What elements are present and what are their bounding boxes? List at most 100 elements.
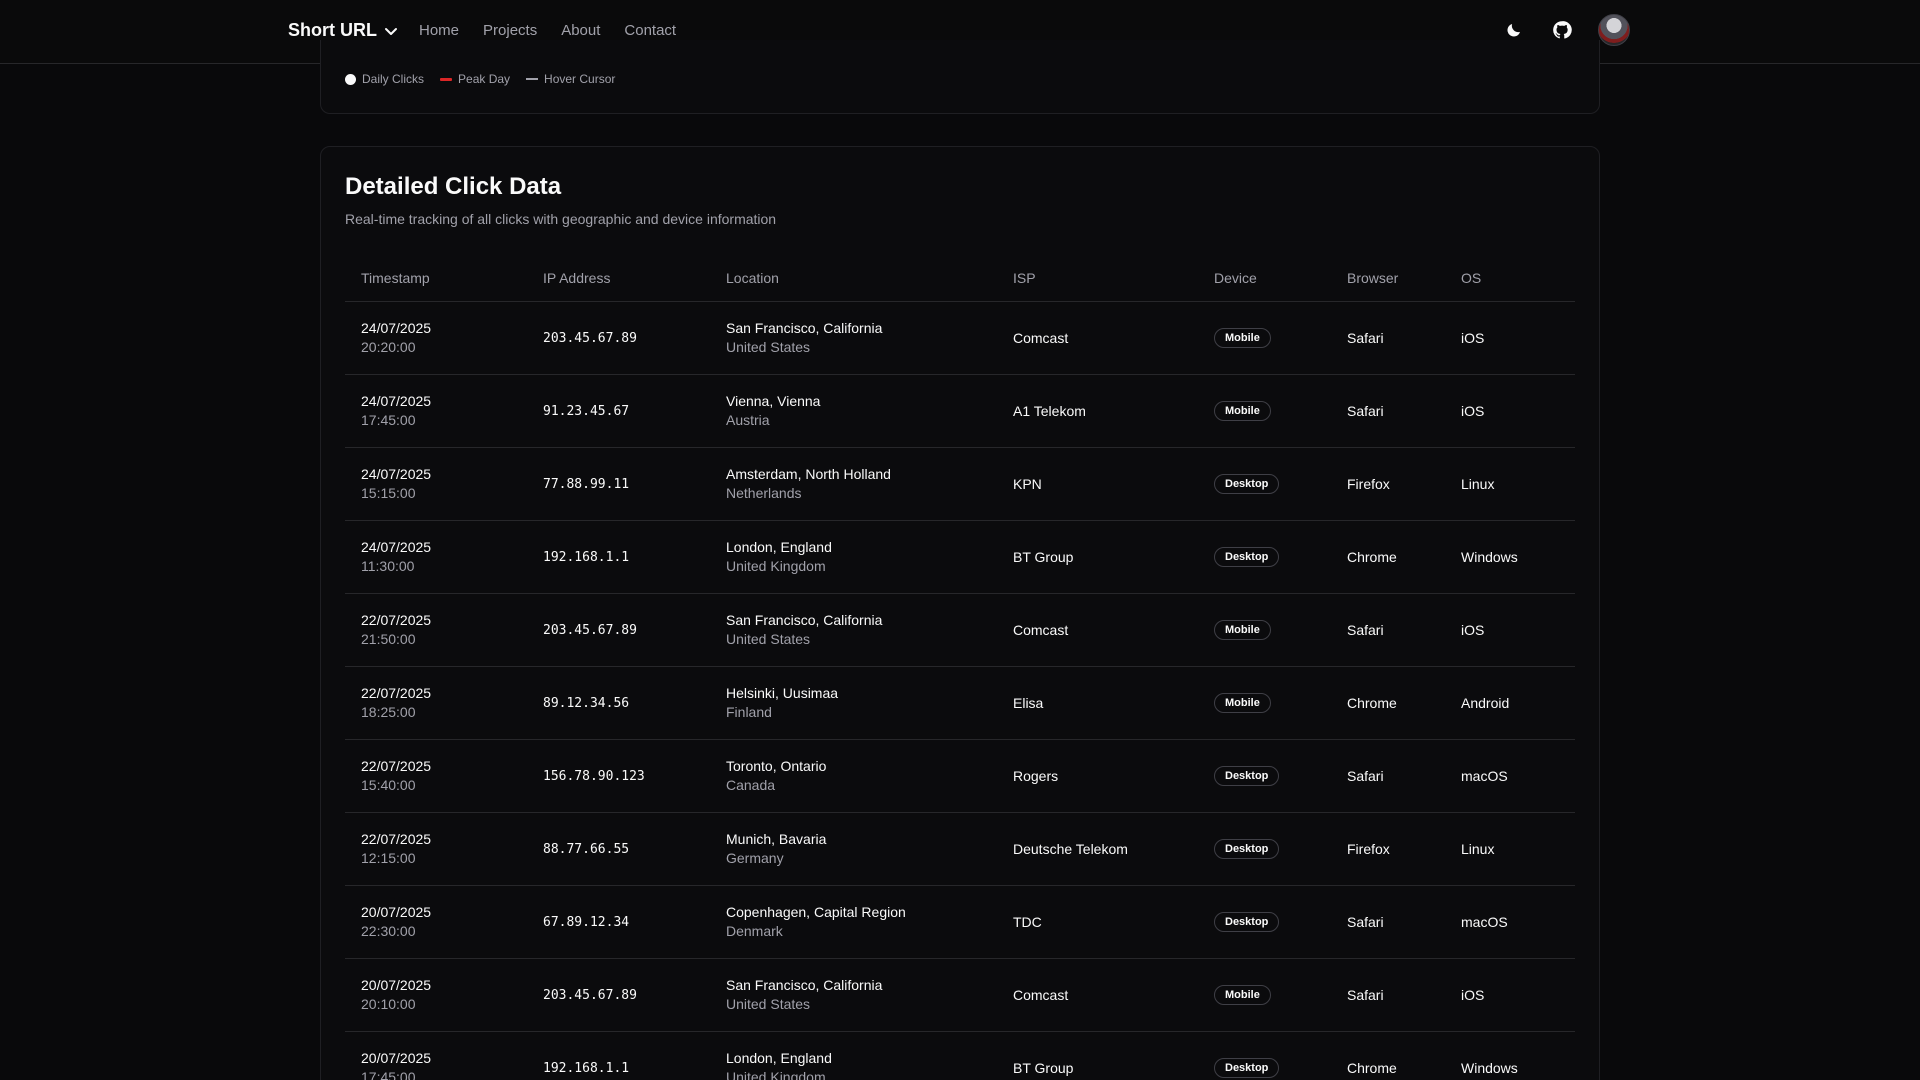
timestamp-cell: 22/07/2025 21:50:00 [345,593,527,667]
nav-about[interactable]: About [561,22,600,39]
device-badge: Mobile [1214,692,1271,713]
device-badge: Mobile [1214,984,1271,1005]
location-country: Denmark [726,923,783,939]
timestamp-cell: 20/07/2025 17:45:00 [345,1031,527,1080]
table-row: 24/07/2025 17:45:00 91.23.45.67 Vienna, Vie… [345,374,1575,448]
location-country: United Kingdom [726,558,826,574]
location-country: Netherlands [726,485,802,501]
click-date: 20/07/2025 [361,904,432,920]
device-cell: Mobile [1198,374,1331,448]
table-row: 22/07/2025 18:25:00 89.12.34.56 Helsinki, U… [345,666,1575,740]
legend-label: Peak Day [458,72,511,86]
location-cell: Vienna, Vienna Austria [710,374,997,448]
browser-cell: Safari [1331,374,1445,448]
click-time: 20:10:00 [361,996,416,1012]
ip-address: 192.168.1.1 [543,1061,630,1076]
device-cell: Mobile [1198,666,1331,740]
location-cell: London, England United Kingdom [710,520,997,594]
column-header-device: Device [1198,255,1331,302]
device-badge: Desktop [1214,473,1280,494]
column-header-location: Location [710,255,997,302]
legend-label: Hover Cursor [544,72,616,86]
ip-address: 88.77.66.55 [543,842,630,857]
timestamp-cell: 22/07/2025 12:15:00 [345,812,527,886]
column-header-ip: IP Address [527,255,710,302]
card-title: Detailed Click Data [345,173,562,200]
location-country: United Kingdom [726,1069,826,1080]
ip-cell: 203.45.67.89 [527,301,710,375]
browser-cell: Safari [1331,301,1445,375]
os-cell: Windows [1445,520,1575,594]
device-cell: Desktop [1198,1031,1331,1080]
device-badge: Desktop [1214,838,1280,859]
nav-projects[interactable]: Projects [483,22,537,39]
location-cell: Helsinki, Uusimaa Finland [710,666,997,740]
ip-address: 203.45.67.89 [543,331,637,346]
ip-address: 91.23.45.67 [543,404,630,419]
ip-cell: 89.12.34.56 [527,666,710,740]
click-date: 24/07/2025 [361,320,432,336]
location-cell: San Francisco, California United States [710,958,997,1032]
device-cell: Mobile [1198,301,1331,375]
table-header-row: Timestamp IP Address Location ISP Device… [345,255,1575,302]
timestamp-cell: 24/07/2025 11:30:00 [345,520,527,594]
click-date: 22/07/2025 [361,758,432,774]
device-cell: Desktop [1198,520,1331,594]
location-city: London, England [726,1050,832,1066]
column-header-browser: Browser [1331,255,1445,302]
isp-cell: TDC [997,885,1198,959]
click-data-table: Timestamp IP Address Location ISP Device… [345,255,1575,1080]
ip-address: 67.89.12.34 [543,915,630,930]
browser-cell: Safari [1331,958,1445,1032]
timestamp-cell: 22/07/2025 18:25:00 [345,666,527,740]
click-data-card: Detailed Click Data Real-time tracking o… [320,146,1600,1080]
click-time: 20:20:00 [361,339,416,355]
brand-menu[interactable]: Short URL [288,20,399,41]
click-date: 24/07/2025 [361,393,432,409]
browser-cell: Chrome [1331,666,1445,740]
theme-toggle-button[interactable] [1502,18,1526,42]
column-header-timestamp: Timestamp [345,255,527,302]
location-city: Helsinki, Uusimaa [726,685,839,701]
legend-peak-day: Peak Day [440,72,510,86]
line-icon [440,77,453,81]
table-row: 20/07/2025 20:10:00 203.45.67.89 San Franci… [345,958,1575,1032]
ip-address: 89.12.34.56 [543,696,630,711]
device-cell: Desktop [1198,739,1331,813]
click-date: 20/07/2025 [361,977,432,993]
github-icon [1553,21,1572,39]
click-time: 18:25:00 [361,704,416,720]
click-time: 17:45:00 [361,412,416,428]
location-country: Austria [726,412,770,428]
location-city: Vienna, Vienna [726,393,821,409]
timestamp-cell: 24/07/2025 17:45:00 [345,374,527,448]
nav-contact[interactable]: Contact [624,22,676,39]
ip-cell: 77.88.99.11 [527,447,710,521]
ip-cell: 67.89.12.34 [527,885,710,959]
ip-cell: 192.168.1.1 [527,520,710,594]
ip-cell: 88.77.66.55 [527,812,710,886]
isp-cell: Comcast [997,301,1198,375]
click-time: 15:15:00 [361,485,416,501]
location-cell: London, England United Kingdom [710,1031,997,1080]
click-time: 22:30:00 [361,923,416,939]
browser-cell: Safari [1331,885,1445,959]
github-button[interactable] [1550,18,1574,42]
click-date: 22/07/2025 [361,831,432,847]
os-cell: Windows [1445,1031,1575,1080]
location-cell: Amsterdam, North Holland Netherlands [710,447,997,521]
avatar[interactable] [1598,14,1630,46]
ip-address: 156.78.90.123 [543,769,645,784]
timestamp-cell: 20/07/2025 20:10:00 [345,958,527,1032]
column-header-isp: ISP [997,255,1198,302]
location-cell: San Francisco, California United States [710,301,997,375]
location-country: Finland [726,704,772,720]
device-cell: Desktop [1198,885,1331,959]
location-city: San Francisco, California [726,320,883,336]
device-cell: Mobile [1198,958,1331,1032]
main-nav: Home Projects About Contact [419,22,676,39]
location-city: San Francisco, California [726,612,883,628]
ip-cell: 192.168.1.1 [527,1031,710,1080]
nav-home[interactable]: Home [419,22,459,39]
ip-cell: 156.78.90.123 [527,739,710,813]
